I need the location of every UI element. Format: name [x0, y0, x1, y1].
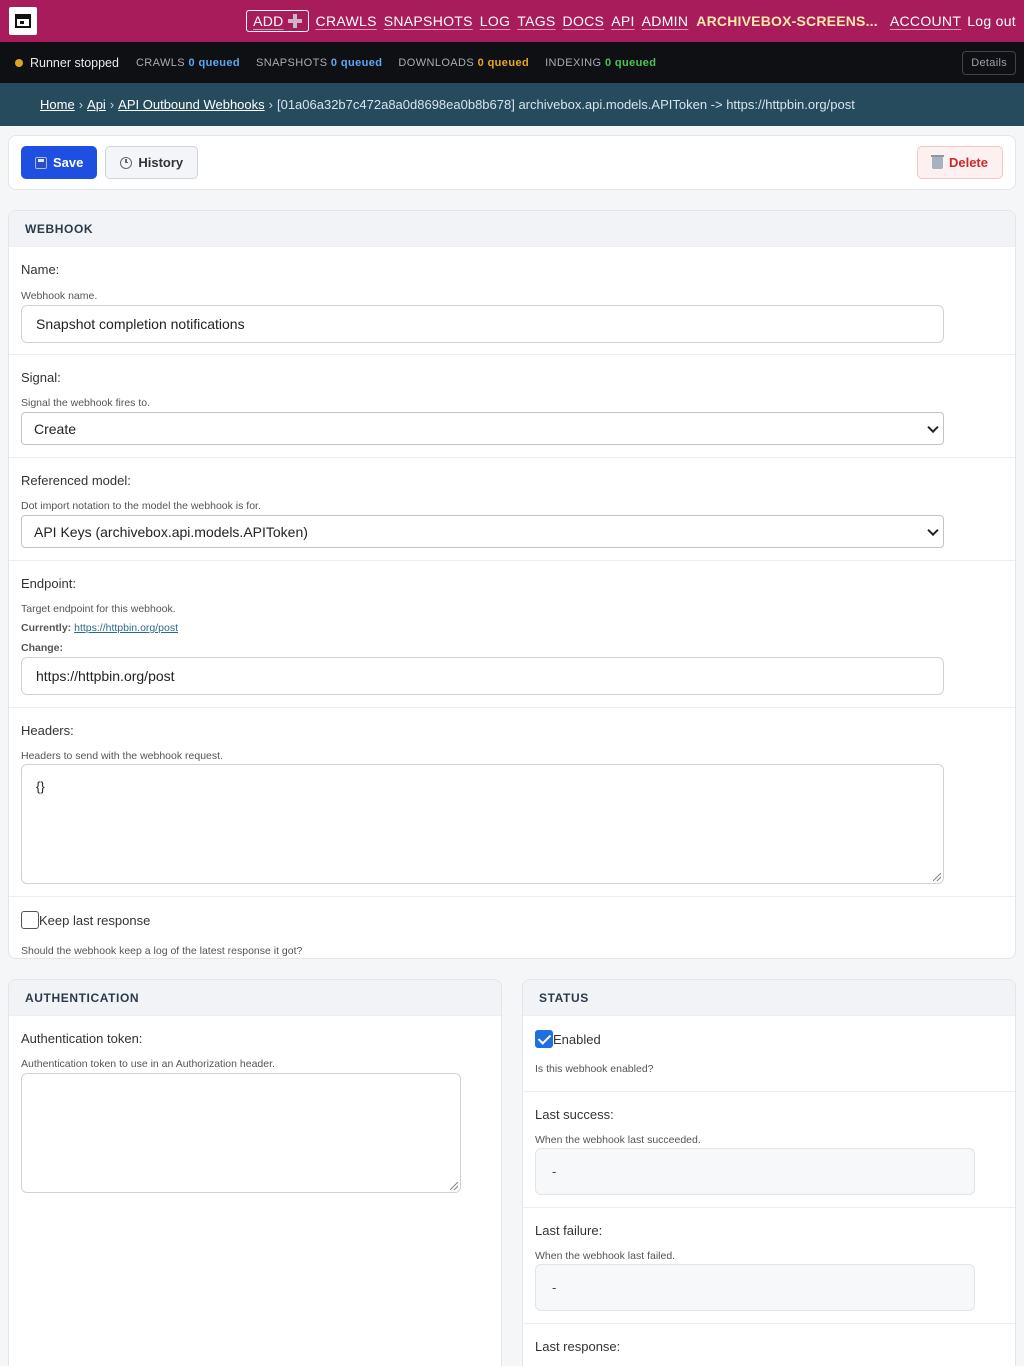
last-failure-row: Last failure: When the webhook last fail… [523, 1207, 1015, 1323]
floppy-disk-icon [35, 156, 47, 169]
breadcrumb-home[interactable]: Home [40, 97, 75, 112]
history-button[interactable]: History [105, 146, 199, 179]
runner-status-dot-icon [15, 58, 23, 67]
resize-handle-icon[interactable] [450, 1182, 458, 1190]
endpoint-help: Target endpoint for this webhook. [21, 603, 176, 615]
indexing-queue: INDEXING 0 queued [545, 56, 657, 69]
crawls-queue-count: 0 queued [188, 56, 240, 69]
nav-tags[interactable]: TAGS [517, 13, 555, 29]
status-heading: STATUS [523, 980, 1015, 1015]
token-row: Authentication token: Authentication tok… [9, 1015, 501, 1366]
keep-response-field: Keep last response [21, 911, 150, 929]
signal-help: Signal the webhook fires to. [21, 397, 150, 409]
headers-help: Headers to send with the webhook request… [21, 750, 223, 762]
delete-button[interactable]: Delete [916, 146, 1003, 179]
nav-api[interactable]: API [611, 13, 634, 29]
nav-brand[interactable]: ARCHIVEBOX-SCREENS... [696, 13, 878, 29]
name-help: Webhook name. [21, 290, 98, 302]
model-row: Referenced model: Dot import notation to… [9, 457, 1015, 560]
enabled-help: Is this webhook enabled? [535, 1063, 654, 1075]
model-select[interactable]: API Keys (archivebox.api.models.APIToken… [21, 515, 944, 548]
endpoint-label: Endpoint: [21, 576, 76, 591]
endpoint-row: Endpoint: Target endpoint for this webho… [9, 560, 1015, 707]
resize-handle-icon[interactable] [933, 873, 941, 881]
breadcrumb-webhooks[interactable]: API Outbound Webhooks [118, 97, 264, 112]
add-label: ADD [253, 13, 284, 29]
token-textarea[interactable] [21, 1073, 461, 1193]
breadcrumb: Home › Api › API Outbound Webhooks › [01… [0, 83, 1024, 126]
plus-icon [287, 14, 302, 28]
clock-icon [120, 156, 133, 169]
enabled-row: Enabled Is this webhook enabled? [523, 1015, 1015, 1091]
last-success-value: - [535, 1148, 975, 1195]
keep-response-label: Keep last response [39, 912, 151, 928]
status-fieldset: STATUS Enabled Is this webhook enabled? … [522, 979, 1016, 1366]
token-help: Authentication token to use in an Author… [21, 1058, 275, 1070]
signal-label: Signal: [21, 370, 61, 385]
name-input[interactable]: Snapshot completion notifications [21, 305, 944, 343]
name-label: Name: [21, 262, 60, 277]
indexing-queue-count: 0 queued [604, 56, 657, 69]
nav-crawls[interactable]: CRAWLS [316, 13, 377, 29]
endpoint-change-label: Change: [21, 642, 63, 654]
endpoint-currently: Currently: https://httpbin.org/post [21, 622, 179, 634]
chevron-down-icon [927, 524, 939, 536]
crawls-queue: CRAWLS 0 queued [135, 56, 240, 69]
breadcrumb-current: [01a06a32b7c472a8a0d8698ea0b8b678] archi… [276, 97, 855, 112]
authentication-heading: AUTHENTICATION [9, 980, 501, 1015]
downloads-queue-count: 0 queued [477, 56, 530, 69]
save-button[interactable]: Save [21, 146, 98, 179]
chevron-down-icon [927, 421, 939, 433]
object-actions: Save History Delete [8, 135, 1016, 190]
nav-docs[interactable]: DOCS [563, 13, 605, 29]
status-bar: Runner stopped CRAWLS 0 queued SNAPSHOTS… [0, 42, 1024, 83]
add-button[interactable]: ADD [246, 10, 309, 32]
trash-icon [930, 154, 944, 169]
last-success-row: Last success: When the webhook last succ… [523, 1091, 1015, 1207]
model-label: Referenced model: [21, 473, 131, 488]
token-label: Authentication token: [21, 1031, 143, 1046]
last-success-help: When the webhook last succeeded. [535, 1134, 701, 1146]
last-failure-help: When the webhook last failed. [535, 1250, 676, 1262]
signal-select[interactable]: Create [21, 412, 944, 445]
top-nav: ADD CRAWLS SNAPSHOTS LOG TAGS DOCS API A… [0, 0, 1024, 42]
name-row: Name: Webhook name. Snapshot completion … [9, 246, 1015, 354]
signal-row: Signal: Signal the webhook fires to. Cre… [9, 354, 1015, 457]
last-response-label: Last response: [535, 1339, 621, 1354]
archive-box-icon [15, 14, 31, 28]
model-help: Dot import notation to the model the web… [21, 500, 261, 512]
nav-account[interactable]: ACCOUNT [890, 13, 961, 29]
enabled-label: Enabled [553, 1031, 601, 1047]
keep-response-row: Keep last response Should the webhook ke… [9, 896, 1015, 958]
nav-snapshots[interactable]: SNAPSHOTS [384, 13, 473, 29]
nav-links: ADD CRAWLS SNAPSHOTS LOG TAGS DOCS API A… [246, 10, 1016, 32]
last-failure-label: Last failure: [535, 1223, 603, 1238]
nav-admin[interactable]: ADMIN [642, 13, 689, 29]
snapshots-queue: SNAPSHOTS 0 queued [255, 56, 383, 69]
last-response-row: Last response: [523, 1323, 1015, 1366]
logout-link[interactable]: Log out [967, 13, 1016, 29]
downloads-queue: DOWNLOADS 0 queued [398, 56, 530, 69]
endpoint-current-link[interactable]: https://httpbin.org/post [74, 622, 178, 634]
archivebox-logo[interactable] [9, 7, 37, 35]
nav-log[interactable]: LOG [480, 13, 510, 29]
details-button[interactable]: Details [962, 50, 1016, 75]
enabled-field: Enabled [535, 1030, 601, 1048]
webhook-fieldset: WEBHOOK Name: Webhook name. Snapshot com… [8, 210, 1016, 959]
endpoint-input[interactable]: https://httpbin.org/post [21, 657, 944, 695]
authentication-fieldset: AUTHENTICATION Authentication token: Aut… [8, 979, 502, 1366]
breadcrumb-api[interactable]: Api [87, 97, 106, 112]
last-failure-value: - [535, 1264, 975, 1311]
webhook-heading: WEBHOOK [9, 211, 1015, 246]
runner-status: Runner stopped [30, 55, 119, 70]
headers-label: Headers: [21, 723, 74, 738]
keep-response-checkbox[interactable] [21, 911, 39, 929]
keep-response-help: Should the webhook keep a log of the lat… [21, 945, 303, 957]
headers-textarea[interactable]: {} [21, 764, 944, 884]
enabled-checkbox[interactable] [535, 1030, 553, 1048]
headers-row: Headers: Headers to send with the webhoo… [9, 707, 1015, 896]
last-success-label: Last success: [535, 1107, 614, 1122]
snapshots-queue-count: 0 queued [330, 56, 383, 69]
